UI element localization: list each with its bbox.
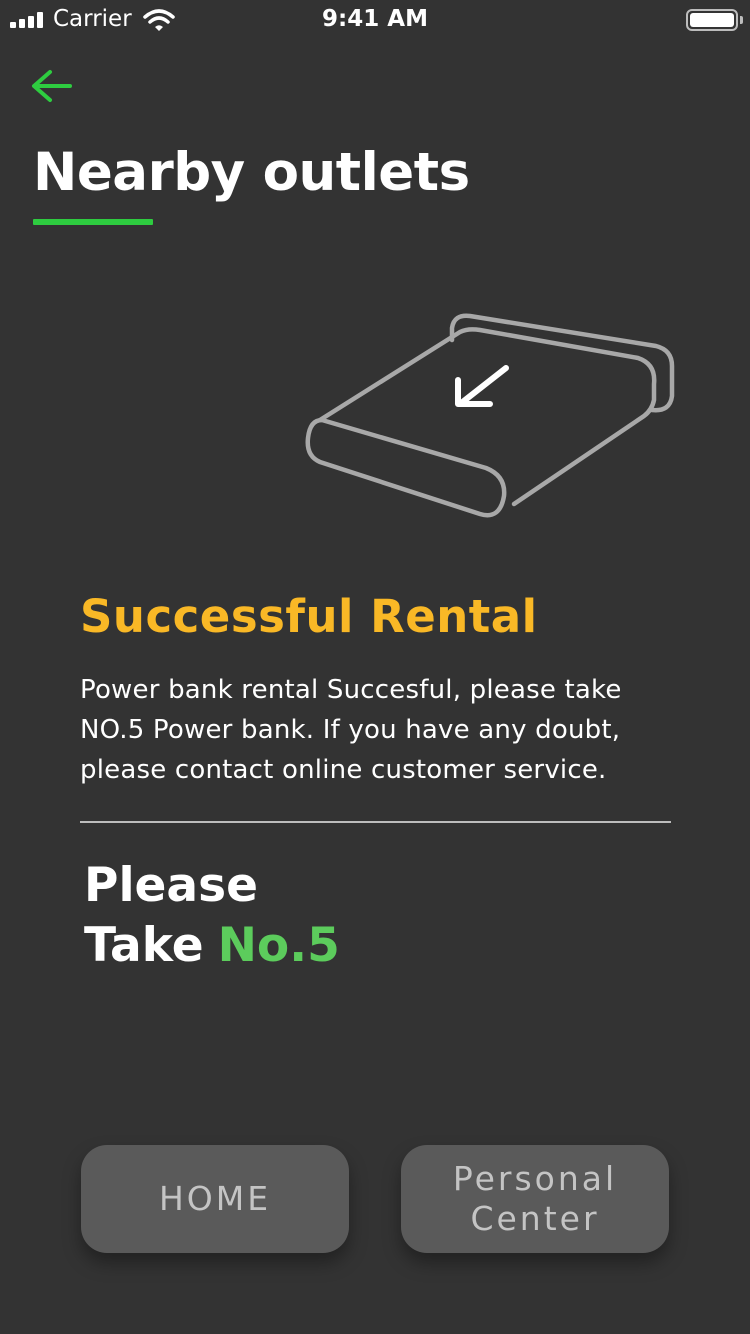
status-bar: Carrier 9:41 AM	[0, 0, 750, 40]
home-button[interactable]: HOME	[81, 1145, 349, 1253]
take-label: Take	[84, 918, 204, 973]
personal-center-button-label: Personal Center	[452, 1159, 618, 1238]
screen: Carrier 9:41 AM Nearby outlets Successfu…	[0, 0, 750, 1334]
status-time: 9:41 AM	[322, 6, 428, 32]
divider	[80, 821, 671, 823]
battery-tip	[740, 16, 743, 24]
take-line-please: Please	[84, 858, 259, 913]
title-underline	[33, 219, 153, 225]
rental-message: Power bank rental Succesful, please take…	[80, 675, 622, 785]
battery-icon	[686, 9, 738, 31]
page-title: Nearby outlets	[33, 142, 470, 203]
personal-center-button[interactable]: Personal Center	[401, 1145, 669, 1253]
home-button-label: HOME	[158, 1179, 272, 1218]
power-bank-return-icon	[305, 313, 675, 518]
arrow-left-icon[interactable]	[26, 64, 78, 108]
take-line-take: Take No.5	[84, 916, 340, 976]
power-bank-number: No.5	[217, 918, 340, 973]
success-title: Successful Rental	[80, 590, 538, 643]
take-instruction: Please Take No.5	[84, 856, 340, 976]
